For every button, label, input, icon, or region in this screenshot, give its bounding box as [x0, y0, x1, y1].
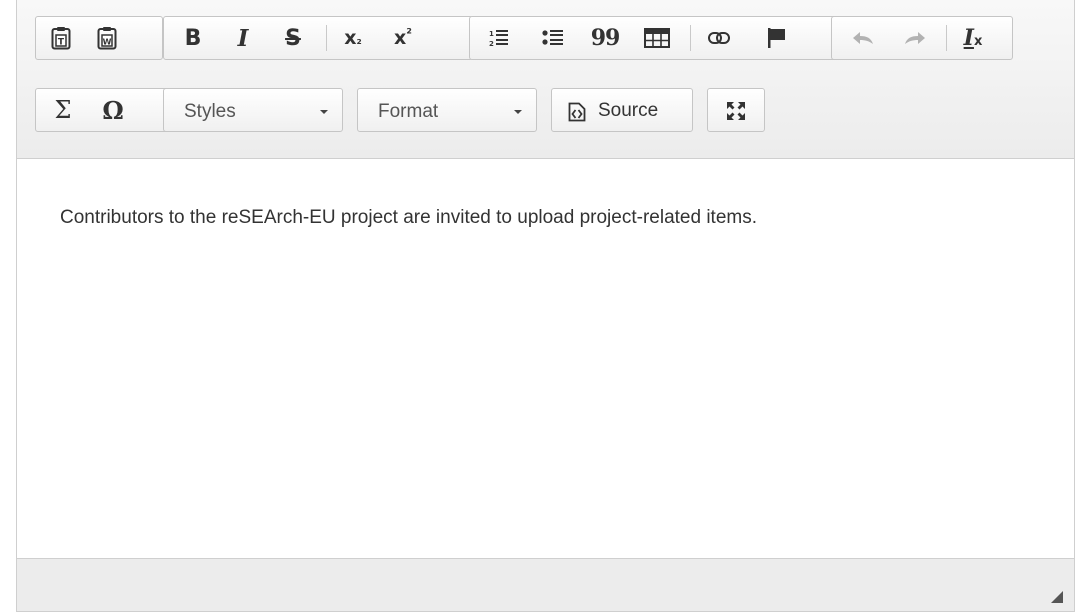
- editor-status-bar: [17, 558, 1074, 611]
- editor-content-area[interactable]: Contributors to the reSEArch-EU project …: [17, 159, 1074, 559]
- styles-dropdown-label: Styles: [184, 101, 236, 122]
- chevron-down-icon: [514, 110, 522, 114]
- paste-from-word-button[interactable]: W: [90, 22, 124, 54]
- paste-as-text-button[interactable]: T: [44, 22, 78, 54]
- numbered-list-button[interactable]: 1 2: [482, 22, 516, 54]
- svg-text:2: 2: [489, 40, 494, 48]
- styles-dropdown[interactable]: Styles: [163, 88, 343, 132]
- maximize-button[interactable]: [707, 88, 765, 132]
- toolbar-separator: [946, 25, 947, 51]
- paste-word-letter: W: [103, 38, 112, 47]
- history-group: Ix: [831, 16, 1013, 60]
- clipboard-group: T W: [35, 16, 163, 60]
- superscript-x: x: [394, 27, 407, 49]
- superscript-button[interactable]: x²: [386, 22, 420, 54]
- source-button-label: Source: [598, 100, 659, 121]
- bulleted-list-button[interactable]: [536, 22, 570, 54]
- source-code-icon: [568, 102, 586, 122]
- redo-icon: [905, 32, 925, 44]
- insert-group: Σ Ω: [35, 88, 169, 132]
- svg-text:1: 1: [489, 30, 494, 38]
- basicstyles-group: B I S x₂ x²: [163, 16, 473, 60]
- undo-icon: [853, 32, 873, 44]
- bold-button[interactable]: B: [176, 22, 210, 54]
- paste-as-text-icon: T: [51, 27, 71, 50]
- rich-text-editor: T W B I S x₂ x² 1 2 99 Ix Σ Ω Styles For…: [16, 0, 1075, 612]
- subscript-button[interactable]: x₂: [336, 22, 370, 54]
- subscript-x: x: [344, 27, 357, 49]
- subscript-mark: ₂: [356, 33, 362, 47]
- source-button[interactable]: Source: [551, 88, 693, 132]
- content-paragraph[interactable]: Contributors to the reSEArch-EU project …: [60, 207, 757, 229]
- paste-from-word-icon: W: [97, 27, 117, 50]
- toolbar-separator: [326, 25, 327, 51]
- italic-button[interactable]: I: [226, 22, 260, 54]
- toolbar-separator: [690, 25, 691, 51]
- remove-format-mark: x: [973, 34, 983, 49]
- special-char-omega-icon: Ω: [102, 95, 124, 125]
- editor-toolbar: T W B I S x₂ x² 1 2 99 Ix Σ Ω Styles For…: [17, 0, 1074, 159]
- remove-format-button[interactable]: Ix: [956, 22, 990, 54]
- blockquote-icon: 99: [590, 25, 621, 51]
- remove-format-letter: I: [963, 25, 974, 51]
- superscript-icon: x²: [394, 27, 412, 49]
- undo-button[interactable]: [846, 22, 880, 54]
- link-button[interactable]: [702, 22, 736, 54]
- subscript-icon: x₂: [344, 27, 362, 49]
- link-icon: [708, 32, 730, 44]
- redo-button[interactable]: [898, 22, 932, 54]
- numbered-list-icon: 1 2: [489, 30, 508, 48]
- remove-format-icon: Ix: [964, 25, 983, 51]
- bulleted-list-icon: [542, 30, 563, 45]
- paste-text-letter: T: [58, 38, 65, 48]
- anchor-button[interactable]: [760, 22, 794, 54]
- strikethrough-icon: S: [285, 25, 301, 51]
- bold-icon: B: [184, 25, 202, 51]
- maximize-icon: [727, 102, 745, 120]
- italic-icon: I: [237, 24, 249, 52]
- paragraph-group: 1 2 99: [469, 16, 839, 60]
- blockquote-button[interactable]: 99: [588, 22, 622, 54]
- format-dropdown[interactable]: Format: [357, 88, 537, 132]
- anchor-flag-icon: [768, 28, 785, 48]
- table-icon: [644, 28, 670, 48]
- format-dropdown-label: Format: [378, 101, 439, 122]
- chevron-down-icon: [320, 110, 328, 114]
- special-char-button[interactable]: Ω: [96, 94, 130, 126]
- table-button[interactable]: [640, 22, 674, 54]
- insert-math-button[interactable]: Σ: [46, 94, 80, 126]
- strikethrough-button[interactable]: S: [276, 22, 310, 54]
- resize-handle-icon[interactable]: [1051, 591, 1063, 603]
- math-sigma-icon: Σ: [54, 96, 72, 124]
- superscript-mark: ²: [406, 27, 412, 42]
